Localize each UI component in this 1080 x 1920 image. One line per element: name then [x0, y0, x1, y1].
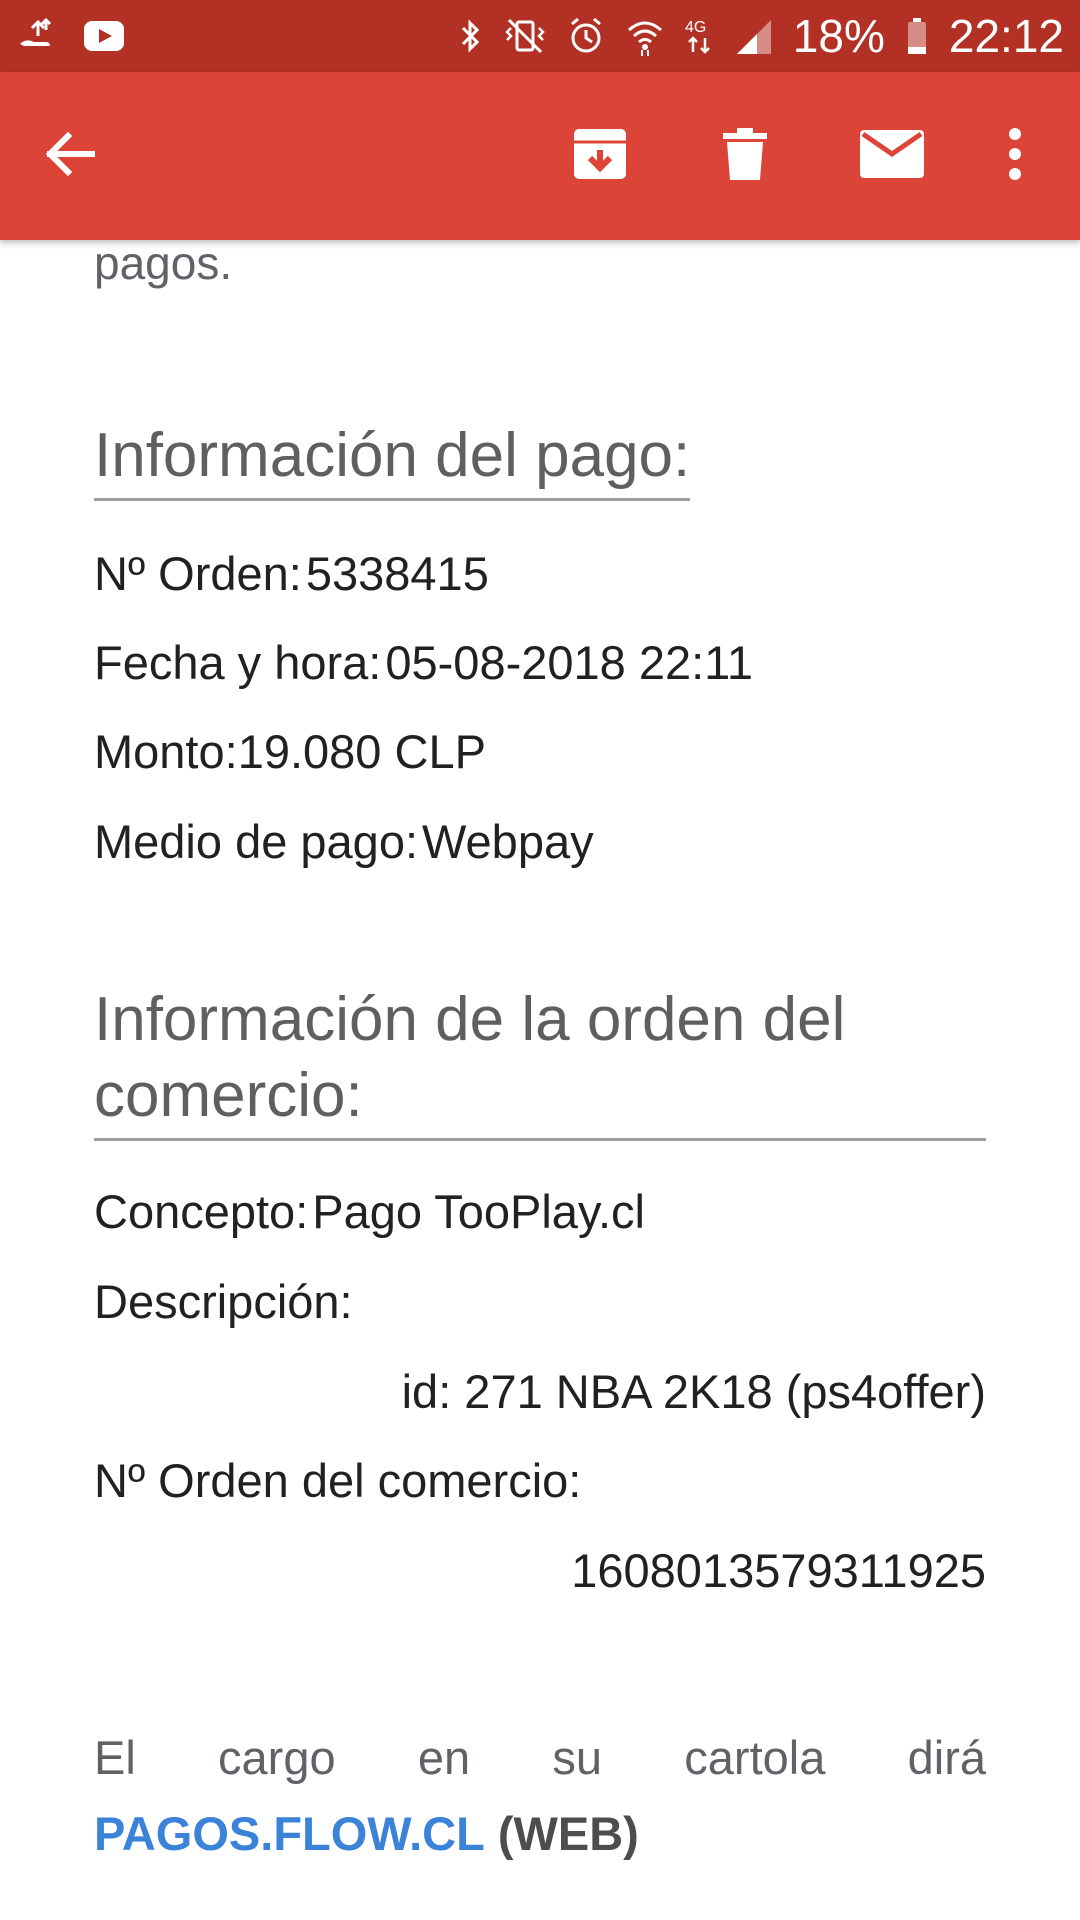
alarm-icon [567, 16, 605, 56]
amount-value: 19.080 CLP [237, 725, 486, 778]
note-word: en [417, 1731, 471, 1784]
back-button[interactable] [30, 72, 110, 240]
delete-icon [723, 126, 767, 187]
amount-label: Monto: [94, 725, 238, 778]
date-time-row: Fecha y hora:05-08-2018 22:11 [94, 635, 753, 691]
merchant-order-value: 1608013579311925 [571, 1544, 986, 1597]
archive-icon [571, 126, 629, 187]
network-4g-icon: 4G [685, 16, 715, 56]
statement-note-line: El cargo en su cartola dirá [94, 1730, 986, 1786]
signal-icon [735, 16, 773, 56]
status-bar: 4G 18% 22:12 [0, 0, 1080, 72]
concept-label: Concepto: [94, 1185, 309, 1238]
date-time-value: 05-08-2018 22:11 [385, 636, 753, 689]
order-number-row: Nº Orden:5338415 [94, 546, 489, 602]
bluetooth-icon [459, 16, 483, 56]
flow-link[interactable]: PAGOS.FLOW.CL [94, 1807, 485, 1860]
concept-value: Pago TooPlay.cl [312, 1185, 645, 1238]
order-number-label: Nº Orden: [94, 547, 302, 600]
merchant-info-heading: Información de la orden del comercio: [94, 982, 986, 1141]
archive-button[interactable] [565, 72, 635, 240]
more-options-button[interactable] [990, 72, 1040, 240]
payment-method-label: Medio de pago: [94, 815, 419, 868]
network-label: 4G [685, 19, 706, 36]
battery-icon [905, 16, 929, 56]
youtube-icon [82, 19, 126, 53]
wifi-icon [625, 16, 665, 56]
more-vert-icon [1007, 127, 1023, 185]
description-label: Descripción: [94, 1275, 353, 1328]
description-value: id: 271 NBA 2K18 (ps4offer) [401, 1365, 986, 1418]
statement-note: El cargo en su cartola dirá PAGOS.FLOW.C… [94, 1730, 986, 1862]
concept-row: Concepto:Pago TooPlay.cl [94, 1184, 645, 1240]
mark-unread-button[interactable] [852, 72, 932, 240]
note-word: cargo [218, 1731, 336, 1784]
note-word: cartola [684, 1731, 826, 1784]
merchant-order-label: Nº Orden del comercio: [94, 1454, 582, 1507]
amount-row: Monto:19.080 CLP [94, 724, 486, 780]
app-bar [0, 72, 1080, 240]
payment-info-heading: Información del pago: [94, 418, 691, 501]
mail-icon [860, 129, 924, 183]
clock: 22:12 [948, 10, 1064, 62]
link-suffix: (WEB) [497, 1807, 639, 1860]
date-time-label: Fecha y hora: [94, 636, 382, 689]
payment-method-row: Medio de pago:Webpay [94, 814, 594, 870]
payment-method-value: Webpay [422, 815, 594, 868]
vibrate-icon [503, 16, 547, 56]
text-fragment: pagos. [94, 237, 233, 289]
back-arrow-icon [44, 131, 96, 181]
delete-button[interactable] [710, 72, 780, 240]
order-number-value: 5338415 [305, 547, 489, 600]
upload-icon [16, 16, 56, 56]
statement-note-line-2: PAGOS.FLOW.CL (WEB) [94, 1806, 986, 1862]
note-word: su [552, 1731, 603, 1784]
battery-percent: 18% [792, 10, 885, 62]
note-word: dirá [907, 1731, 986, 1784]
note-word: El [94, 1731, 136, 1784]
